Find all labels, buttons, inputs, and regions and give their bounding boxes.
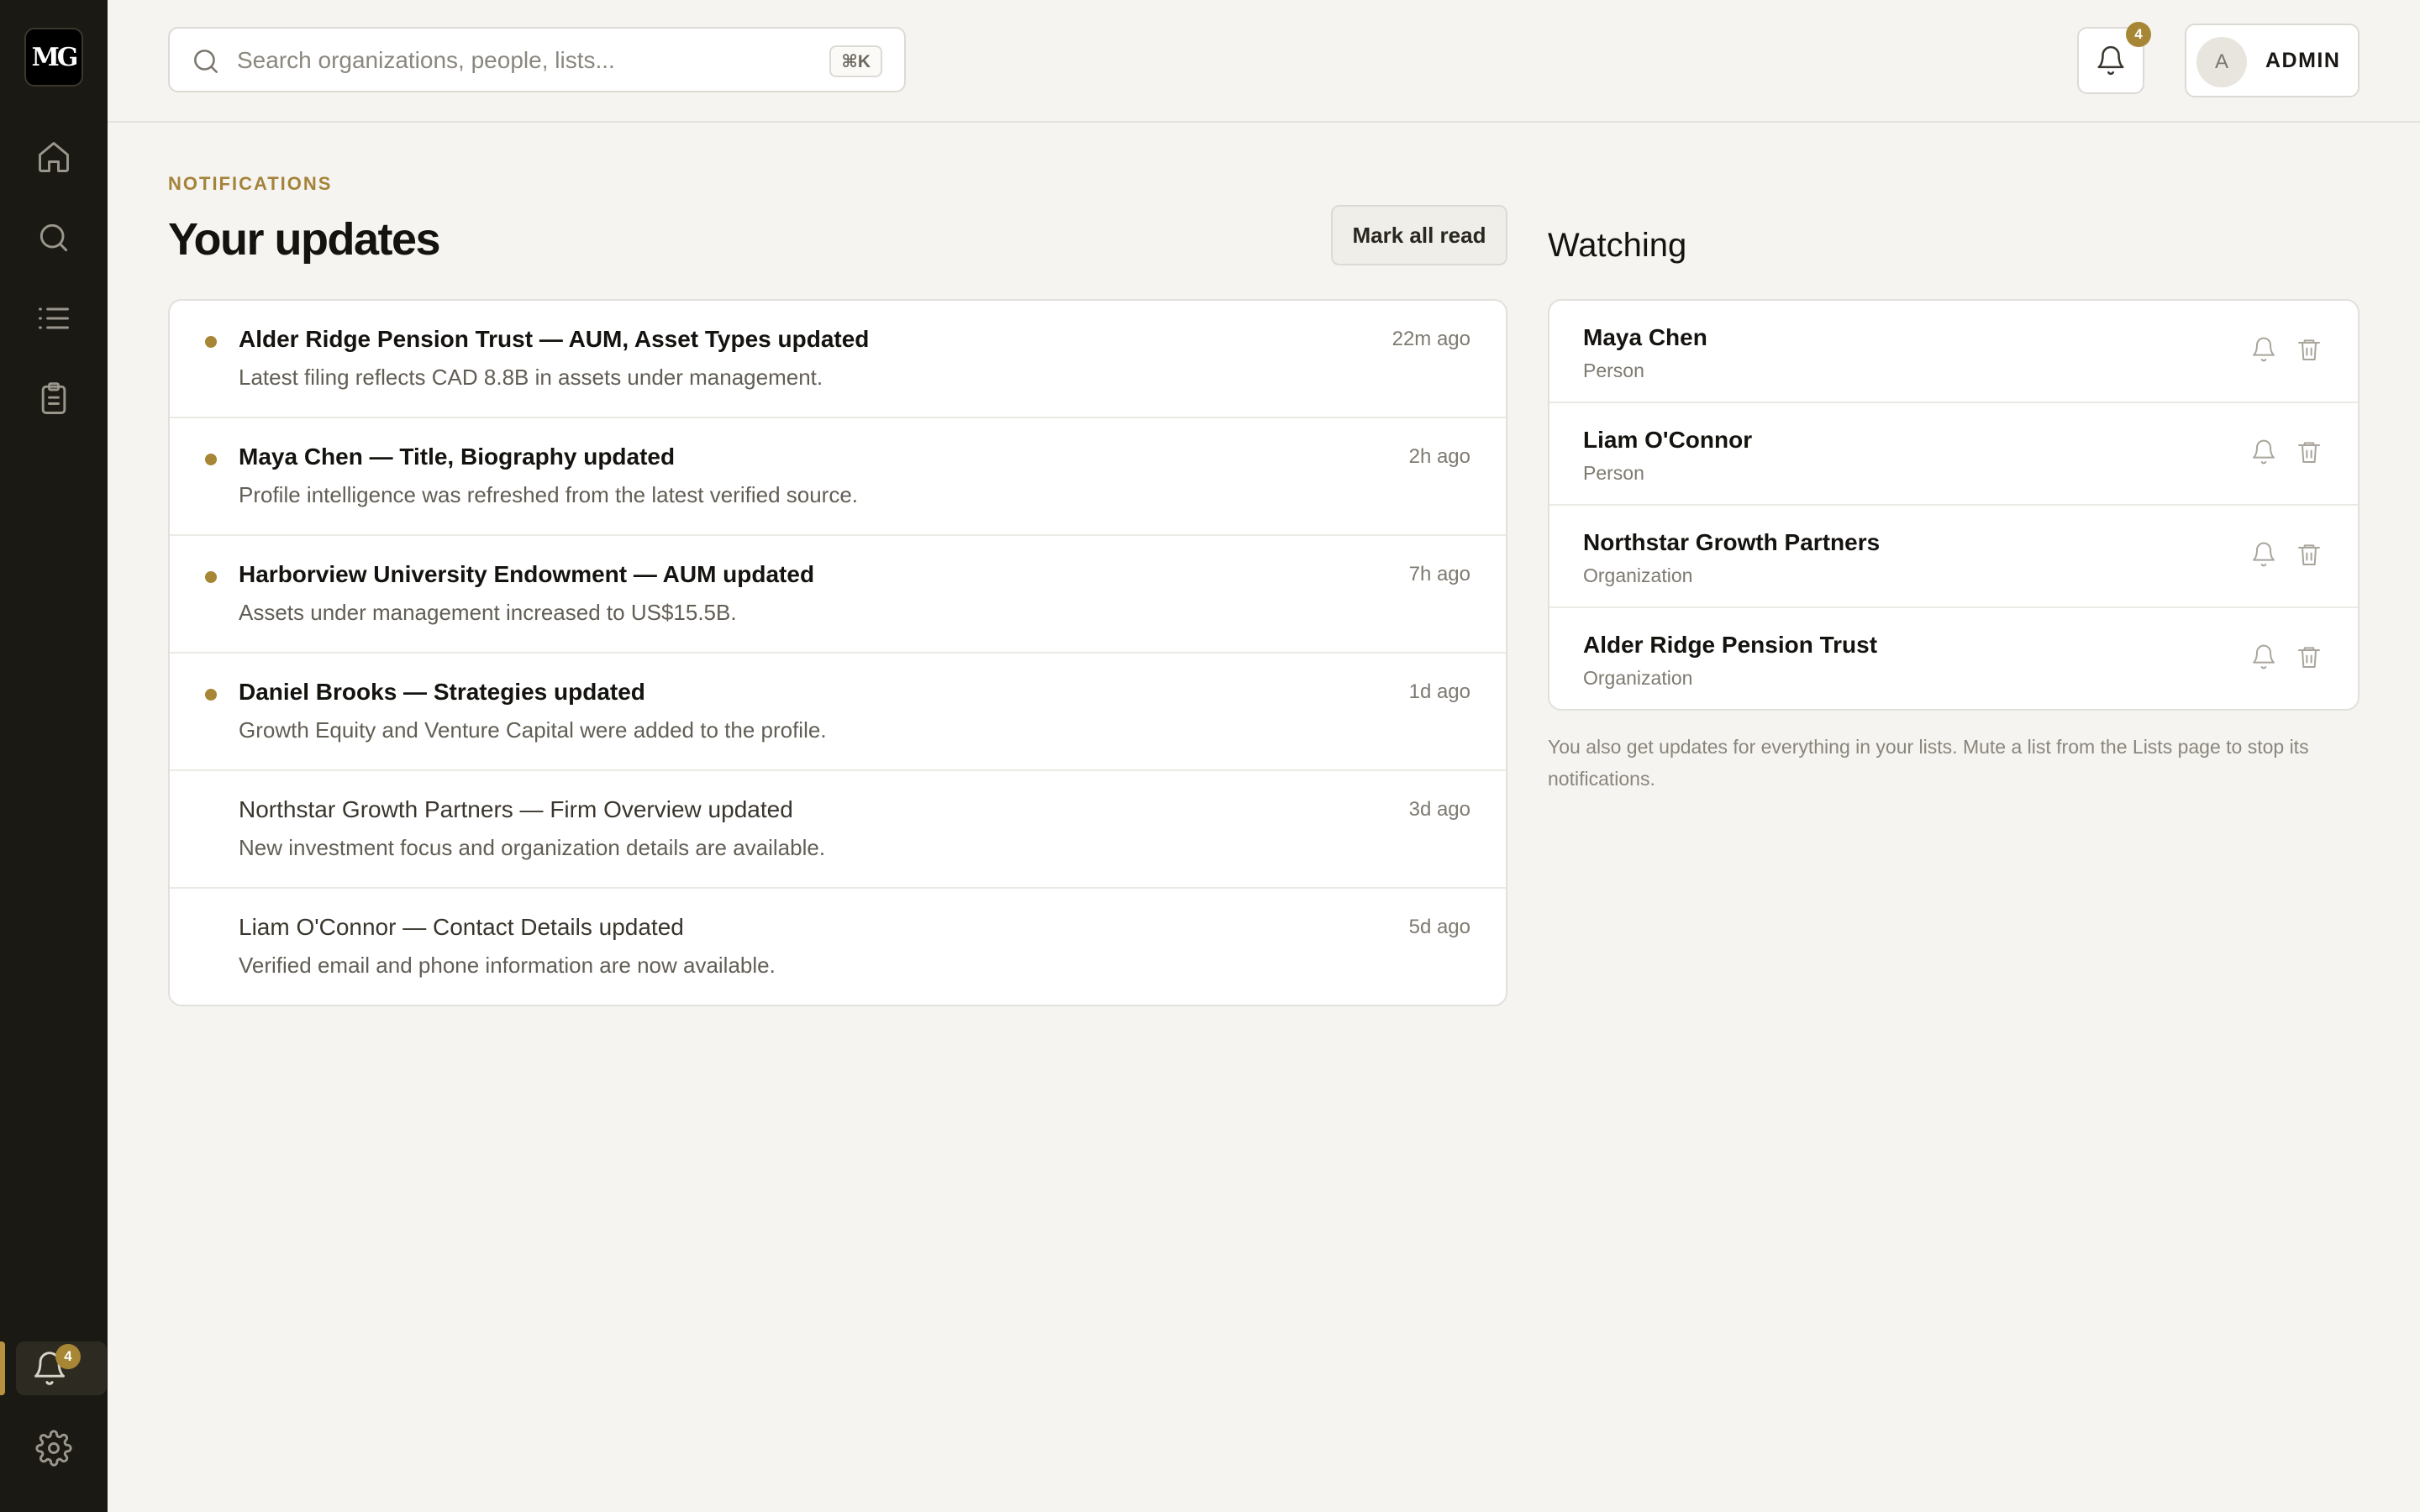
home-icon <box>39 142 69 172</box>
user-label: ADMIN <box>2265 49 2341 72</box>
update-item[interactable]: Daniel Brooks — Strategies updated Growt… <box>170 654 1506 771</box>
update-timestamp: 2h ago <box>1408 445 1470 468</box>
mute-button[interactable] <box>2249 334 2279 365</box>
sidebar-item-tasks[interactable] <box>20 372 87 426</box>
update-description: New investment focus and organization de… <box>239 835 826 860</box>
watch-item-name: Northstar Growth Partners <box>1583 529 1881 555</box>
page-title: Your updates <box>168 214 441 265</box>
trash-icon <box>2298 647 2320 668</box>
sidebar: MG 4 <box>0 0 108 1512</box>
watch-item[interactable]: Alder Ridge Pension Trust Organization <box>1549 608 2358 709</box>
watch-item-type: Person <box>1583 360 1644 381</box>
update-description: Latest filing reflects CAD 8.8B in asset… <box>239 365 823 390</box>
update-timestamp: 7h ago <box>1408 563 1470 585</box>
sidebar-item-lists[interactable] <box>20 291 87 345</box>
bell-icon <box>2253 542 2275 567</box>
bell-icon <box>2253 337 2275 362</box>
update-description: Profile intelligence was refreshed from … <box>239 482 859 507</box>
topbar: ⌘K 4 A ADMIN <box>108 0 2420 123</box>
mute-button[interactable] <box>2249 539 2279 570</box>
mute-button[interactable] <box>2249 437 2279 467</box>
search-input[interactable] <box>237 40 775 81</box>
user-menu-button[interactable]: A ADMIN <box>2185 24 2360 97</box>
watch-item-name: Maya Chen <box>1583 324 1707 350</box>
remove-button[interactable] <box>2294 334 2324 365</box>
remove-button[interactable] <box>2294 437 2324 467</box>
search-icon <box>39 223 68 252</box>
sidebar-item-home[interactable] <box>20 130 87 184</box>
header-notifications-badge: 4 <box>2126 22 2151 47</box>
trash-icon <box>2298 442 2320 463</box>
update-item[interactable]: Liam O'Connor — Contact Details updated … <box>170 889 1506 1005</box>
update-timestamp: 22m ago <box>1392 328 1470 350</box>
update-description: Growth Equity and Venture Capital were a… <box>239 717 827 743</box>
list-icon <box>39 307 69 329</box>
mute-button[interactable] <box>2249 642 2279 672</box>
update-item[interactable]: Alder Ridge Pension Trust — AUM, Asset T… <box>170 301 1506 418</box>
update-title: Northstar Growth Partners — Firm Overvie… <box>239 796 793 822</box>
sidebar-item-settings[interactable] <box>20 1421 87 1475</box>
sidebar-item-search[interactable] <box>20 211 87 265</box>
bell-icon <box>2253 644 2275 669</box>
watch-item-name: Alder Ridge Pension Trust <box>1583 632 1878 658</box>
update-item[interactable]: Northstar Growth Partners — Firm Overvie… <box>170 771 1506 889</box>
update-description: Assets under management increased to US$… <box>239 600 737 625</box>
global-search[interactable]: ⌘K <box>168 27 906 92</box>
watch-item[interactable]: Maya Chen Person <box>1549 301 2358 403</box>
watch-item[interactable]: Northstar Growth Partners Organization <box>1549 506 2358 608</box>
trash-icon <box>2298 339 2320 360</box>
active-indicator <box>0 1341 5 1395</box>
search-icon <box>194 50 218 73</box>
watch-item-type: Person <box>1583 462 1644 484</box>
mark-all-read-button[interactable]: Mark all read <box>1331 205 1507 265</box>
update-item[interactable]: Harborview University Endowment — AUM up… <box>170 536 1506 654</box>
watch-item-type: Organization <box>1583 667 1693 689</box>
update-title: Daniel Brooks — Strategies updated <box>239 679 645 705</box>
search-shortcut-hint: ⌘K <box>829 45 882 77</box>
unread-dot <box>205 454 217 465</box>
watch-item-type: Organization <box>1583 564 1693 586</box>
bell-icon <box>2097 45 2124 76</box>
notifications-count-badge: 4 <box>55 1344 81 1369</box>
section-label: NOTIFICATIONS <box>168 173 333 194</box>
update-title: Harborview University Endowment — AUM up… <box>239 561 815 587</box>
update-title: Alder Ridge Pension Trust — AUM, Asset T… <box>239 326 870 352</box>
avatar: A <box>2196 37 2247 87</box>
update-title: Liam O'Connor — Contact Details updated <box>239 914 684 940</box>
remove-button[interactable] <box>2294 642 2324 672</box>
update-item[interactable]: Maya Chen — Title, Biography updated Pro… <box>170 418 1506 536</box>
app-logo[interactable]: MG <box>24 28 83 87</box>
update-timestamp: 3d ago <box>1408 798 1470 821</box>
unread-dot <box>205 689 217 701</box>
gear-icon <box>35 1430 72 1467</box>
unread-dot <box>205 571 217 583</box>
remove-button[interactable] <box>2294 539 2324 570</box>
watching-title: Watching <box>1548 227 1687 264</box>
watching-footnote: You also get updates for everything in y… <box>1548 736 2309 790</box>
update-title: Maya Chen — Title, Biography updated <box>239 444 676 470</box>
watch-item-name: Liam O'Connor <box>1583 427 1753 453</box>
bell-icon <box>2253 439 2275 465</box>
clipboard-icon <box>41 382 66 414</box>
watch-item[interactable]: Liam O'Connor Person <box>1549 403 2358 506</box>
update-timestamp: 1d ago <box>1408 680 1470 703</box>
update-timestamp: 5d ago <box>1408 916 1470 938</box>
unread-dot <box>205 336 217 348</box>
trash-icon <box>2298 544 2320 565</box>
watching-list: Maya Chen Person Liam O'Connor Person No… <box>1548 299 2360 711</box>
updates-list: Alder Ridge Pension Trust — AUM, Asset T… <box>168 299 1507 1006</box>
update-description: Verified email and phone information are… <box>239 953 776 978</box>
